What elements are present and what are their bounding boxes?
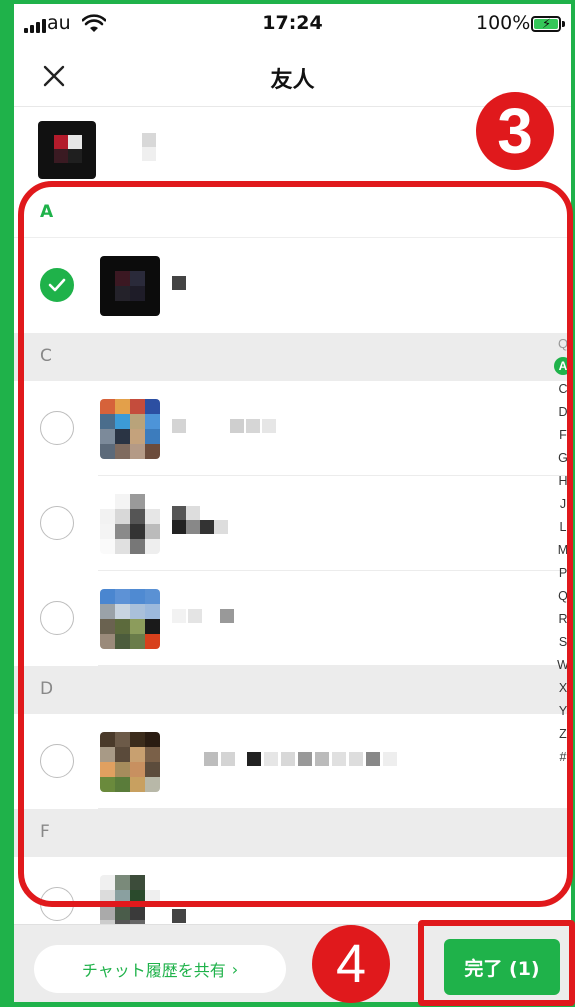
screen: au 17:24 100% ⚡ 友人 A C D F Q A C D F G H…: [14, 4, 571, 1002]
avatar: [100, 399, 160, 459]
index-letter[interactable]: R: [558, 608, 567, 631]
friend-name: [172, 609, 234, 623]
frame-border-bottom: [0, 1002, 575, 1007]
index-letter[interactable]: Y: [559, 700, 567, 723]
frame-border-right: [571, 0, 575, 1007]
index-letter[interactable]: #: [560, 746, 567, 769]
index-search[interactable]: Q: [558, 332, 568, 355]
friend-name: [172, 419, 276, 433]
index-letter[interactable]: M: [558, 539, 568, 562]
section-header-f: F: [14, 809, 571, 857]
avatar: [100, 256, 160, 316]
index-letter-a[interactable]: A: [554, 357, 571, 375]
index-letter[interactable]: P: [559, 562, 567, 585]
index-letter[interactable]: G: [558, 447, 568, 470]
index-letter[interactable]: X: [559, 677, 567, 700]
section-header-a: A: [14, 189, 571, 238]
friend-name: [172, 276, 186, 290]
index-letter[interactable]: D: [558, 401, 567, 424]
list-item[interactable]: [14, 238, 571, 333]
list-item[interactable]: [14, 571, 571, 666]
checkbox[interactable]: [40, 887, 74, 921]
frame-border-left: [0, 0, 14, 1007]
avatar: [100, 494, 160, 554]
battery-icon: ⚡: [531, 16, 561, 32]
share-chat-history-button[interactable]: チャット履歴を共有 ›: [34, 945, 286, 993]
bottom-action-bar: チャット履歴を共有 › 完了 (1): [14, 924, 571, 1002]
index-letter[interactable]: S: [559, 631, 567, 654]
checkbox[interactable]: [40, 601, 74, 635]
checkbox[interactable]: [40, 744, 74, 778]
share-label: チャット履歴を共有: [81, 961, 226, 980]
avatar: [100, 732, 160, 792]
checkbox[interactable]: [40, 411, 74, 445]
avatar: [100, 875, 160, 924]
friend-name: [204, 752, 397, 766]
selected-friends-strip: [14, 107, 571, 187]
nav-bar: 友人: [14, 46, 571, 107]
battery-tip: [562, 21, 565, 27]
list-item[interactable]: [14, 857, 571, 924]
index-letter[interactable]: H: [558, 470, 567, 493]
index-letter[interactable]: C: [558, 378, 567, 401]
friend-list[interactable]: A C D F: [14, 189, 571, 924]
friend-name: [172, 909, 186, 923]
index-letter[interactable]: J: [560, 493, 566, 516]
index-letter[interactable]: W: [557, 654, 569, 677]
section-header-d: D: [14, 666, 571, 714]
list-item[interactable]: [14, 714, 571, 809]
friend-name: [172, 506, 228, 534]
list-item[interactable]: [14, 476, 571, 571]
index-letter[interactable]: F: [559, 424, 567, 447]
index-letter[interactable]: Q: [558, 585, 568, 608]
status-bar: au 17:24 100% ⚡: [14, 4, 571, 46]
selected-friend-avatar[interactable]: [38, 121, 96, 179]
chevron-right-icon: ›: [231, 959, 239, 979]
page-title: 友人: [270, 68, 315, 93]
list-item[interactable]: [14, 381, 571, 476]
section-header-c: C: [14, 333, 571, 381]
alphabet-index-bar[interactable]: Q A C D F G H J L M P Q R S W X Y Z #: [552, 332, 571, 769]
checkbox[interactable]: [40, 506, 74, 540]
checkbox-selected[interactable]: [40, 268, 74, 302]
index-letter[interactable]: Z: [559, 723, 567, 746]
index-letter[interactable]: L: [560, 516, 567, 539]
done-button[interactable]: 完了 (1): [444, 939, 560, 995]
avatar: [100, 589, 160, 649]
battery-percent: 100%: [476, 12, 531, 34]
selected-friend-name: [142, 133, 156, 161]
